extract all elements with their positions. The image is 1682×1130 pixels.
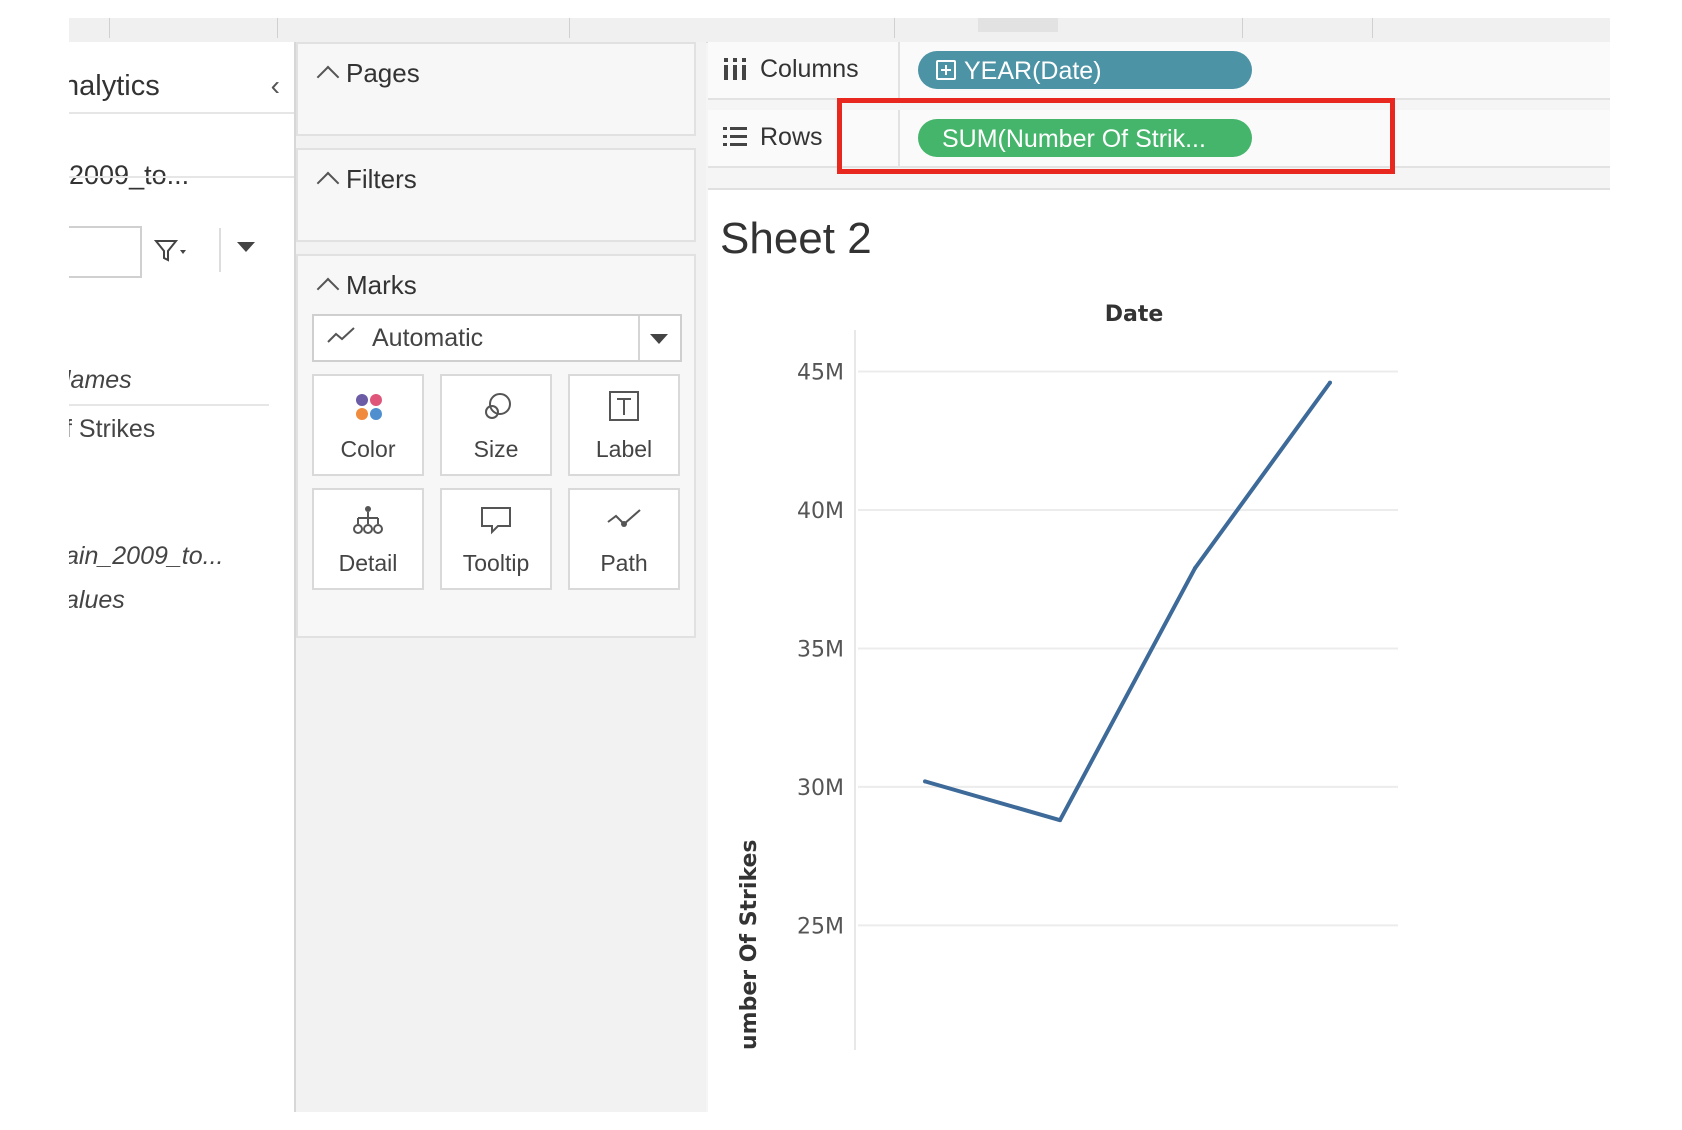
field-item[interactable]: ain_2009_to... (69, 542, 223, 571)
marks-card-title[interactable]: Marks (316, 270, 417, 301)
color-button[interactable]: Color (312, 374, 424, 476)
size-button[interactable]: Size (440, 374, 552, 476)
rows-shelf-label: Rows (708, 110, 900, 166)
detail-icon (353, 506, 383, 534)
chart-y-tick-label: 40M (797, 499, 844, 524)
toolbar-divider (1372, 18, 1373, 38)
color-icon (356, 394, 382, 420)
pages-card: Pages (296, 42, 696, 136)
label-button[interactable]: Label (568, 374, 680, 476)
line-mark-icon (327, 327, 355, 343)
tooltip-icon (481, 507, 511, 535)
columns-shelf-label: Columns (708, 42, 900, 98)
rows-label: Rows (760, 123, 823, 151)
chart-data-point[interactable] (1193, 566, 1197, 571)
chevron-up-icon (316, 277, 340, 301)
mark-type-dropdown[interactable]: Automatic (312, 314, 682, 362)
data-pane: nalytics ‹ 2009_to... lames f Strikes ai… (69, 42, 296, 1112)
columns-label: Columns (760, 55, 859, 83)
detail-button[interactable]: Detail (312, 488, 424, 590)
search-input[interactable] (69, 226, 142, 278)
chart-column-header: Date (1105, 302, 1164, 327)
field-item[interactable]: alues (69, 586, 125, 615)
tooltip-label: Tooltip (462, 550, 530, 576)
chart-data-point[interactable] (1058, 818, 1062, 823)
divider (219, 228, 221, 272)
chart-series-line (924, 381, 1332, 823)
toolbar-tab[interactable] (978, 18, 1058, 32)
field-item[interactable]: lames (69, 366, 132, 395)
chart-data-point[interactable] (1328, 380, 1332, 385)
text-label-icon (609, 391, 639, 421)
sum-strikes-pill[interactable]: SUM(Number Of Strik... (918, 119, 1252, 157)
divider (638, 316, 640, 360)
chart-y-axis-label: umber Of Strikes (737, 839, 762, 1050)
chart-y-tick-label: 35M (797, 637, 844, 662)
divider (69, 112, 294, 114)
toolbar-divider (569, 18, 570, 38)
pages-card-title[interactable]: Pages (316, 58, 420, 89)
filters-card-title[interactable]: Filters (316, 164, 417, 195)
sheet-view: Sheet 2 Date 45M 40M 35M 30M 25M umber Of St… (708, 188, 1610, 1112)
toolbar-divider (277, 18, 278, 38)
chevron-down-icon (650, 334, 668, 344)
filters-card: Filters (296, 148, 696, 242)
chevron-down-icon[interactable] (237, 242, 255, 252)
label-label: Label (595, 436, 653, 462)
sum-strikes-pill-label: SUM(Number Of Strik... (942, 125, 1206, 153)
path-button[interactable]: Path (568, 488, 680, 590)
chevron-left-icon[interactable]: ‹ (271, 70, 280, 102)
size-icon (485, 393, 511, 419)
toolbar-divider (1242, 18, 1243, 38)
columns-icon (724, 58, 746, 80)
rows-shelf[interactable]: Rows SUM(Number Of Strik... (708, 110, 1610, 168)
line-chart: Date 45M 40M 35M 30M 25M umber Of Strikes (737, 302, 1398, 1050)
chart-y-tick-label: 25M (797, 914, 844, 939)
divider (69, 176, 294, 178)
data-pane-header: nalytics ‹ (69, 62, 294, 102)
marks-card: Marks Automatic Color Size Label Detail … (296, 254, 696, 638)
chart-y-tick-label: 30M (797, 776, 844, 801)
size-label: Size (473, 436, 519, 462)
field-item[interactable]: f Strikes (69, 415, 155, 444)
data-pane-title: nalytics (69, 70, 160, 102)
path-icon (607, 509, 641, 527)
expand-plus-icon[interactable] (936, 60, 956, 80)
detail-label: Detail (338, 550, 398, 576)
chart-data-point[interactable] (923, 779, 927, 784)
tooltip-button[interactable]: Tooltip (440, 488, 552, 590)
funnel-icon[interactable] (153, 238, 188, 273)
year-date-pill[interactable]: YEAR(Date) (918, 51, 1252, 89)
cards-pane: Pages Filters Marks Automatic Color Size… (296, 42, 706, 1112)
divider (69, 404, 269, 406)
toolbar-strip (69, 18, 1610, 43)
color-label: Color (340, 436, 396, 462)
columns-shelf[interactable]: Columns YEAR(Date) (708, 42, 1610, 100)
pages-label: Pages (346, 58, 420, 88)
chevron-up-icon (316, 171, 340, 195)
tableau-window: nalytics ‹ 2009_to... lames f Strikes ai… (69, 18, 1610, 1112)
toolbar-divider (894, 18, 895, 38)
year-date-pill-label: YEAR(Date) (964, 57, 1102, 85)
filters-label: Filters (346, 164, 417, 194)
path-label: Path (600, 550, 648, 576)
toolbar-divider (109, 18, 110, 38)
mark-type-label: Automatic (372, 324, 484, 352)
chevron-up-icon (316, 65, 340, 89)
rows-icon (723, 127, 747, 146)
marks-label: Marks (346, 270, 417, 300)
chart-y-tick-label: 45M (797, 361, 844, 386)
